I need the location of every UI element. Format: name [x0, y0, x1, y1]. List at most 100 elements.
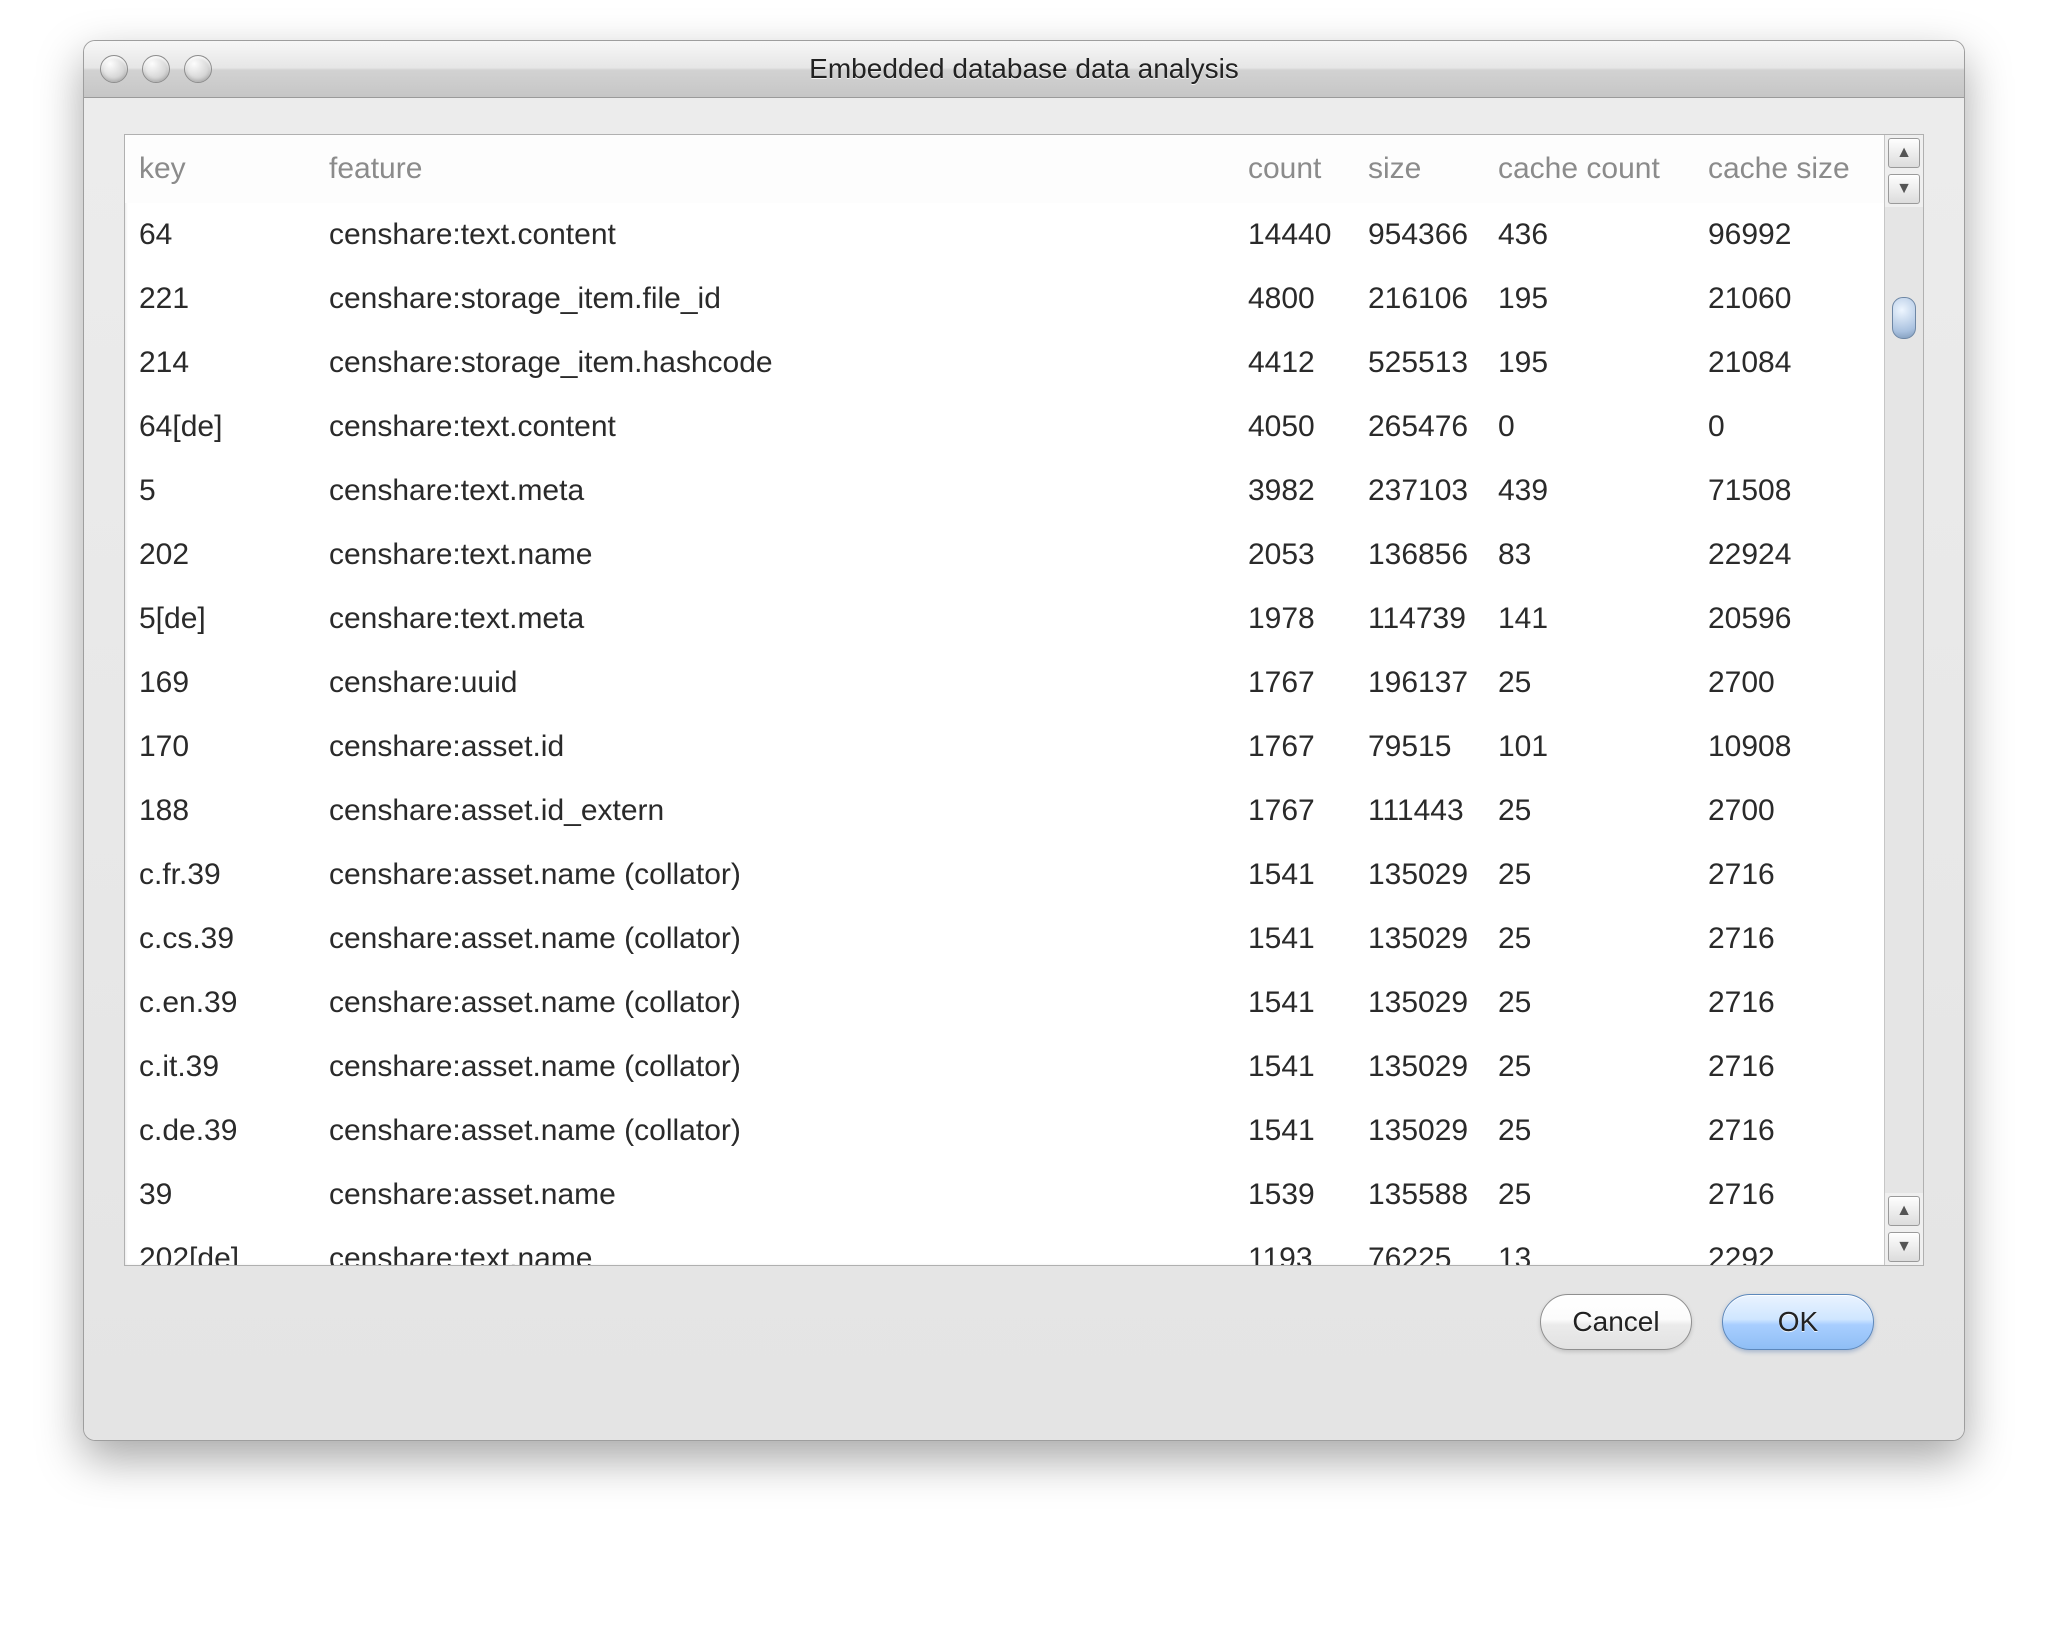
table-row[interactable]: 64[de]censhare:text.content405026547600 [125, 395, 1884, 459]
vertical-scrollbar[interactable]: ▲ ▼ ▲ ▼ [1884, 135, 1923, 1265]
window-close-button[interactable] [100, 55, 128, 83]
col-header-size[interactable]: size [1354, 135, 1484, 203]
cell-cache_size: 2716 [1694, 1099, 1884, 1163]
col-header-cache-size[interactable]: cache size [1694, 135, 1884, 203]
cell-cache_count: 25 [1484, 843, 1694, 907]
cell-count: 1193 [1234, 1227, 1354, 1265]
cell-feature: censhare:text.name [315, 523, 1234, 587]
cell-cache_count: 25 [1484, 1099, 1694, 1163]
table-row[interactable]: 39censhare:asset.name1539135588252716 [125, 1163, 1884, 1227]
cell-key: c.de.39 [125, 1099, 315, 1163]
cell-count: 1541 [1234, 843, 1354, 907]
cell-key: 39 [125, 1163, 315, 1227]
scroll-page-up-icon[interactable]: ▲ [1888, 1196, 1920, 1226]
cell-cache_size: 0 [1694, 395, 1884, 459]
traffic-lights [100, 55, 212, 83]
table-row[interactable]: c.en.39censhare:asset.name (collator)154… [125, 971, 1884, 1035]
cell-size: 135029 [1354, 971, 1484, 1035]
cell-cache_size: 2700 [1694, 779, 1884, 843]
cell-cache_size: 22924 [1694, 523, 1884, 587]
cell-feature: censhare:text.name [315, 1227, 1234, 1265]
window-zoom-button[interactable] [184, 55, 212, 83]
dialog-window: Embedded database data analysis [83, 40, 1965, 1441]
data-table: key feature count size cache count cache… [125, 135, 1884, 1265]
scroll-line-down-icon[interactable]: ▼ [1888, 174, 1920, 204]
table-row[interactable]: 221censhare:storage_item.file_id48002161… [125, 267, 1884, 331]
cell-feature: censhare:asset.name (collator) [315, 907, 1234, 971]
cell-key: 214 [125, 331, 315, 395]
cell-count: 1767 [1234, 779, 1354, 843]
col-header-count[interactable]: count [1234, 135, 1354, 203]
window-title: Embedded database data analysis [809, 53, 1239, 85]
cell-cache_size: 2716 [1694, 843, 1884, 907]
table-row[interactable]: c.fr.39censhare:asset.name (collator)154… [125, 843, 1884, 907]
table-row[interactable]: c.de.39censhare:asset.name (collator)154… [125, 1099, 1884, 1163]
cell-key: 64 [125, 203, 315, 267]
table-row[interactable]: 64censhare:text.content14440954366436969… [125, 203, 1884, 267]
cell-feature: censhare:asset.id [315, 715, 1234, 779]
cell-feature: censhare:asset.name (collator) [315, 971, 1234, 1035]
cell-key: c.it.39 [125, 1035, 315, 1099]
cell-size: 76225 [1354, 1227, 1484, 1265]
cell-count: 1978 [1234, 587, 1354, 651]
cell-cache_count: 25 [1484, 651, 1694, 715]
scroll-line-up-icon[interactable]: ▲ [1888, 138, 1920, 168]
cell-size: 954366 [1354, 203, 1484, 267]
table-row[interactable]: 202[de]censhare:text.name119376225132292 [125, 1227, 1884, 1265]
cell-count: 4800 [1234, 267, 1354, 331]
window-body: key feature count size cache count cache… [84, 98, 1964, 1440]
cell-cache_size: 2292 [1694, 1227, 1884, 1265]
cell-cache_count: 141 [1484, 587, 1694, 651]
cell-key: 169 [125, 651, 315, 715]
cell-size: 525513 [1354, 331, 1484, 395]
cancel-button[interactable]: Cancel [1540, 1294, 1692, 1350]
cell-size: 135029 [1354, 1099, 1484, 1163]
window-minimize-button[interactable] [142, 55, 170, 83]
cell-feature: censhare:text.content [315, 395, 1234, 459]
table-header-row: key feature count size cache count cache… [125, 135, 1884, 203]
cell-cache_count: 25 [1484, 1163, 1694, 1227]
table-row[interactable]: c.it.39censhare:asset.name (collator)154… [125, 1035, 1884, 1099]
cell-feature: censhare:storage_item.file_id [315, 267, 1234, 331]
cell-cache_size: 2716 [1694, 1163, 1884, 1227]
cell-count: 3982 [1234, 459, 1354, 523]
table-row[interactable]: 169censhare:uuid1767196137252700 [125, 651, 1884, 715]
col-header-feature[interactable]: feature [315, 135, 1234, 203]
table-row[interactable]: 5censhare:text.meta398223710343971508 [125, 459, 1884, 523]
table-row[interactable]: 214censhare:storage_item.hashcode4412525… [125, 331, 1884, 395]
cell-cache_size: 2716 [1694, 907, 1884, 971]
cell-size: 265476 [1354, 395, 1484, 459]
table-row[interactable]: 170censhare:asset.id17677951510110908 [125, 715, 1884, 779]
cell-feature: censhare:asset.name (collator) [315, 1035, 1234, 1099]
cell-count: 1541 [1234, 1035, 1354, 1099]
cell-key: 64[de] [125, 395, 315, 459]
col-header-key[interactable]: key [125, 135, 315, 203]
table-row[interactable]: 188censhare:asset.id_extern1767111443252… [125, 779, 1884, 843]
cell-key: 202 [125, 523, 315, 587]
titlebar[interactable]: Embedded database data analysis [84, 41, 1964, 98]
cell-key: 170 [125, 715, 315, 779]
scrollbar-thumb[interactable] [1892, 297, 1916, 339]
scroll-page-down-icon[interactable]: ▼ [1888, 1232, 1920, 1262]
cell-cache_count: 13 [1484, 1227, 1694, 1265]
table-row[interactable]: 202censhare:text.name20531368568322924 [125, 523, 1884, 587]
table-row[interactable]: c.cs.39censhare:asset.name (collator)154… [125, 907, 1884, 971]
col-header-cache-count[interactable]: cache count [1484, 135, 1694, 203]
cell-feature: censhare:storage_item.hashcode [315, 331, 1234, 395]
cell-cache_count: 25 [1484, 907, 1694, 971]
cell-count: 1541 [1234, 1099, 1354, 1163]
cell-feature: censhare:asset.id_extern [315, 779, 1234, 843]
cell-cache_count: 439 [1484, 459, 1694, 523]
cell-cache_count: 83 [1484, 523, 1694, 587]
table-row[interactable]: 5[de]censhare:text.meta19781147391412059… [125, 587, 1884, 651]
cell-size: 111443 [1354, 779, 1484, 843]
scrollbar-track[interactable] [1885, 207, 1923, 1193]
cell-cache_size: 2716 [1694, 1035, 1884, 1099]
data-table-scroll[interactable]: key feature count size cache count cache… [125, 135, 1884, 1265]
cell-size: 135029 [1354, 1035, 1484, 1099]
ok-button[interactable]: OK [1722, 1294, 1874, 1350]
cell-feature: censhare:asset.name (collator) [315, 1099, 1234, 1163]
cell-cache_count: 25 [1484, 779, 1694, 843]
cell-count: 2053 [1234, 523, 1354, 587]
cell-feature: censhare:text.content [315, 203, 1234, 267]
